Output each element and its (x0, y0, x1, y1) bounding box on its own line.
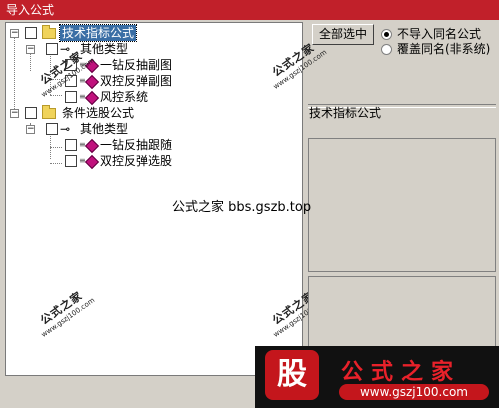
radio-overwrite[interactable] (381, 44, 392, 55)
tree-node-label[interactable]: 其他类型 (78, 121, 130, 137)
status-strip (0, 392, 255, 408)
formula-icon (84, 74, 100, 90)
checkbox[interactable] (46, 123, 58, 135)
collapse-toggle[interactable]: − (26, 45, 35, 54)
banner-title: 公式之家 (341, 360, 462, 385)
tree-node-item[interactable]: ≡ 一钻反抽跟随 (6, 137, 302, 154)
watermark-banner: 股 公式之家 www.gszj100.com (255, 346, 499, 408)
select-all-button[interactable]: 全部选中 (312, 24, 374, 45)
radio-label[interactable]: 不导入同名公式 (397, 27, 481, 41)
formula-icon (84, 138, 100, 154)
banner-url: www.gszj100.com (339, 384, 489, 400)
tree-node-label[interactable]: 技术指标公式 (58, 24, 138, 42)
checkbox[interactable] (65, 91, 77, 103)
tree-node-label[interactable]: 一钻反抽跟随 (98, 137, 174, 153)
tree-node-group[interactable]: − 条件选股公式 (6, 105, 302, 121)
formula-name-label: 技术指标公式 (309, 106, 382, 120)
folder-icon (42, 105, 56, 119)
watermark-text: 公式之家 bbs.gszb.top (172, 200, 312, 215)
tree-node-group[interactable]: − 技术指标公式 (6, 24, 302, 42)
logo-icon: 股 (265, 350, 319, 400)
checkbox[interactable] (46, 43, 58, 55)
tree-node-item[interactable]: ≡ 双控反弹选股 (6, 153, 302, 170)
checkbox[interactable] (65, 139, 77, 151)
formula-icon (84, 90, 100, 106)
window-title: 导入公式 (6, 3, 55, 17)
title-bar: 导入公式 (0, 0, 499, 20)
radio-skip-duplicates[interactable] (381, 29, 392, 40)
formula-icon (84, 154, 100, 170)
collapse-toggle[interactable]: − (10, 29, 19, 38)
checkbox[interactable] (65, 155, 77, 167)
radio-label[interactable]: 覆盖同名(非系统) (397, 42, 490, 56)
tree-node-label[interactable]: 风控系统 (98, 89, 150, 105)
tree-node-label[interactable]: 双控反弹副图 (98, 73, 174, 89)
formula-description-box[interactable] (308, 138, 496, 272)
collapse-toggle[interactable]: − (10, 109, 19, 118)
tree-node-subgroup[interactable]: − ⊸ 其他类型 (6, 41, 302, 57)
collapse-toggle[interactable]: − (26, 125, 35, 134)
tree-node-label[interactable]: 双控反弹选股 (98, 153, 174, 169)
tree-node-label[interactable]: 条件选股公式 (60, 105, 136, 121)
folder-icon (42, 25, 56, 39)
key-icon: ⊸ (60, 122, 71, 136)
checkbox[interactable] (25, 107, 37, 119)
formula-detail-box[interactable] (308, 276, 496, 356)
watermark-stamp: 公式之家 www.gszj100.com (38, 289, 97, 339)
tree-node-subgroup[interactable]: − ⊸ 其他类型 (6, 121, 302, 137)
checkbox[interactable] (25, 27, 37, 39)
tree-node-label[interactable]: 一钻反抽副图 (98, 57, 174, 73)
